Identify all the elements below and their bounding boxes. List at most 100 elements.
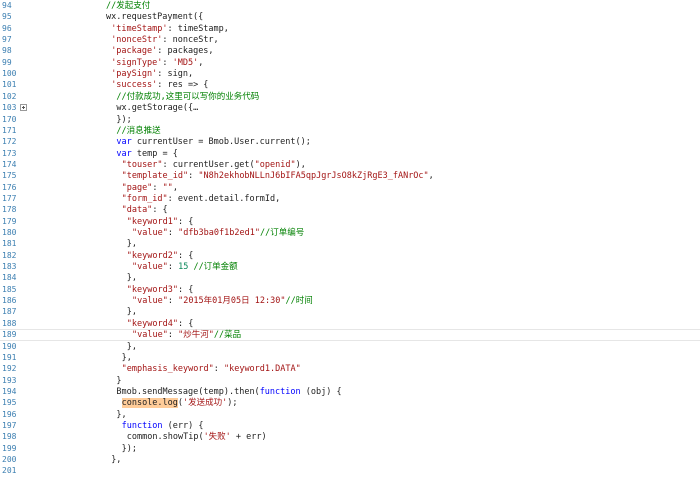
code-token: "openid" [254,159,296,170]
code-token: : [167,262,179,273]
code-text: "page": "", [122,182,178,194]
line-number: 191 [2,352,17,362]
code-token: }, [126,273,138,284]
code-token: : res => { [157,80,209,91]
code-line[interactable]: 195 console.log('发送成功'); [0,397,700,409]
code-line[interactable]: 180 "value": "dfb3ba0f1b2ed1"//订单编号 [0,227,700,239]
code-line[interactable]: 188 "keyword4": { [0,318,700,330]
code-text: //发起支付 [106,0,150,12]
code-line[interactable]: 102 //付款成功,这里可以写你的业务代码 [0,91,700,103]
code-line[interactable]: 184}, [0,272,700,284]
code-line[interactable]: 172 var currentUser = Bmob.User.current()… [0,136,700,148]
line-number: 187 [2,307,17,317]
code-line[interactable]: 178 "data": { [0,204,700,216]
code-line[interactable]: 170}); [0,114,700,126]
code-token: : { [152,205,168,216]
code-line[interactable]: 100 'paySign': sign, [0,68,700,80]
code-line[interactable]: 95 wx.requestPayment({ [0,11,700,23]
code-token: //订单编号 [259,228,305,238]
code-token: }); [121,443,137,454]
code-token: }, [111,455,122,465]
code-token: "keyword4" [126,318,178,329]
code-line[interactable]: 197 function (err) { [0,420,700,432]
code-token: }, [116,409,127,420]
code-line[interactable]: 194 Bmob.sendMessage(temp).then(function … [0,386,700,398]
code-token: 'MD5' [172,57,199,68]
code-token: : { [177,216,194,227]
line-number: 201 [2,466,17,476]
code-line[interactable]: 171 //消息推送 [0,125,700,137]
code-token: 'nonceStr' [111,35,163,46]
code-line[interactable]: 173 var temp = { [0,148,700,160]
code-line-current[interactable]: 189 "value": "炒牛河"//菜品 [0,329,700,342]
code-token: : [167,296,179,307]
code-line[interactable]: 174 "touser": currentUser.get("openid"), [0,159,700,171]
code-token: //菜品 [213,330,242,341]
code-line[interactable]: 187}, [0,306,700,318]
line-number: 102 [2,91,17,101]
code-token: "keyword2" [126,250,178,261]
code-text: }, [122,352,132,364]
code-line[interactable]: 101 'success': res => { [0,79,700,91]
code-text: "keyword2": { [127,250,194,262]
code-line[interactable]: 201 [0,465,700,477]
line-number: 185 [2,284,17,294]
line-number: 189 [2,330,17,340]
code-line[interactable]: 179 "keyword1": { [0,216,700,228]
code-token: 'signType' [111,57,163,68]
code-line[interactable]: 185 "keyword3": { [0,284,700,296]
code-token: : nonceStr, [162,35,219,46]
code-token: function [259,386,301,397]
line-number: 199 [2,443,17,453]
code-line[interactable]: 192 "emphasis_keyword": "keyword1.DATA" [0,363,700,375]
code-text: "keyword1": { [127,216,194,228]
code-text: }, [127,272,137,284]
line-number: 182 [2,250,17,260]
code-line[interactable]: 177 "form_id": event.detail.formId, [0,193,700,205]
code-line[interactable]: 99 'signType': 'MD5', [0,57,700,69]
code-line[interactable]: 182 "keyword2": { [0,250,700,262]
code-line[interactable]: 196}, [0,409,700,421]
code-line[interactable]: 186 "value": "2015年01月05日 12:30"//时间 [0,295,700,307]
fold-expand-icon[interactable] [20,104,27,112]
code-line[interactable]: 200}, [0,454,700,466]
code-line[interactable]: 190}, [0,341,700,353]
line-number: 184 [2,273,17,283]
code-line[interactable]: 199}); [0,443,700,455]
code-token: : event.detail.formId, [167,193,281,204]
code-line[interactable]: 175 "template_id": "N8h2ekhobNLLnJ6bIFA5q… [0,170,700,182]
code-line[interactable]: 183 "value": 15 //订单金额 [0,261,700,273]
code-line[interactable]: 191}, [0,352,700,364]
line-number: 101 [2,80,17,90]
code-token: "keyword1.DATA" [223,364,301,375]
line-number: 178 [2,205,17,215]
code-line[interactable]: 96 'timeStamp': timeStamp, [0,23,700,35]
line-number: 186 [2,296,17,306]
code-token: "keyword3" [126,284,178,295]
code-token: "value" [132,296,168,307]
code-line[interactable]: 94 //发起支付 [0,0,700,12]
code-token: ); [227,398,238,409]
code-token: "N8h2ekhobNLLnJ6bIFA5qpJgrJsO8kZjRgE3_fA… [198,171,429,182]
code-text: }, [127,238,137,250]
code-line[interactable]: 98 'package': packages, [0,45,700,57]
code-token: "form_id" [121,193,168,204]
code-text: 'nonceStr': nonceStr, [111,34,218,46]
line-number: 174 [2,159,17,169]
code-text: //消息推送 [116,125,160,137]
code-line[interactable]: 176 "page": "", [0,182,700,194]
code-token: wx.getStorage({… [116,103,199,114]
code-line[interactable]: 181}, [0,238,700,250]
code-text: "value": "dfb3ba0f1b2ed1"//订单编号 [132,227,304,239]
line-number: 170 [2,114,17,124]
code-text: }, [127,306,137,318]
code-line[interactable]: 198 common.showTip('失败' + err) [0,431,700,443]
code-line[interactable]: 103 wx.getStorage({… [0,102,700,114]
code-editor[interactable]: 94 //发起支付 95 wx.requestPayment({96 'timeStam… [0,0,700,479]
code-line[interactable]: 193} [0,375,700,387]
code-token: : { [177,318,194,329]
line-number: 172 [2,137,17,147]
code-token: , [428,171,434,182]
code-line[interactable]: 97 'nonceStr': nonceStr, [0,34,700,46]
code-token: currentUser = Bmob.User.current(); [131,137,311,148]
